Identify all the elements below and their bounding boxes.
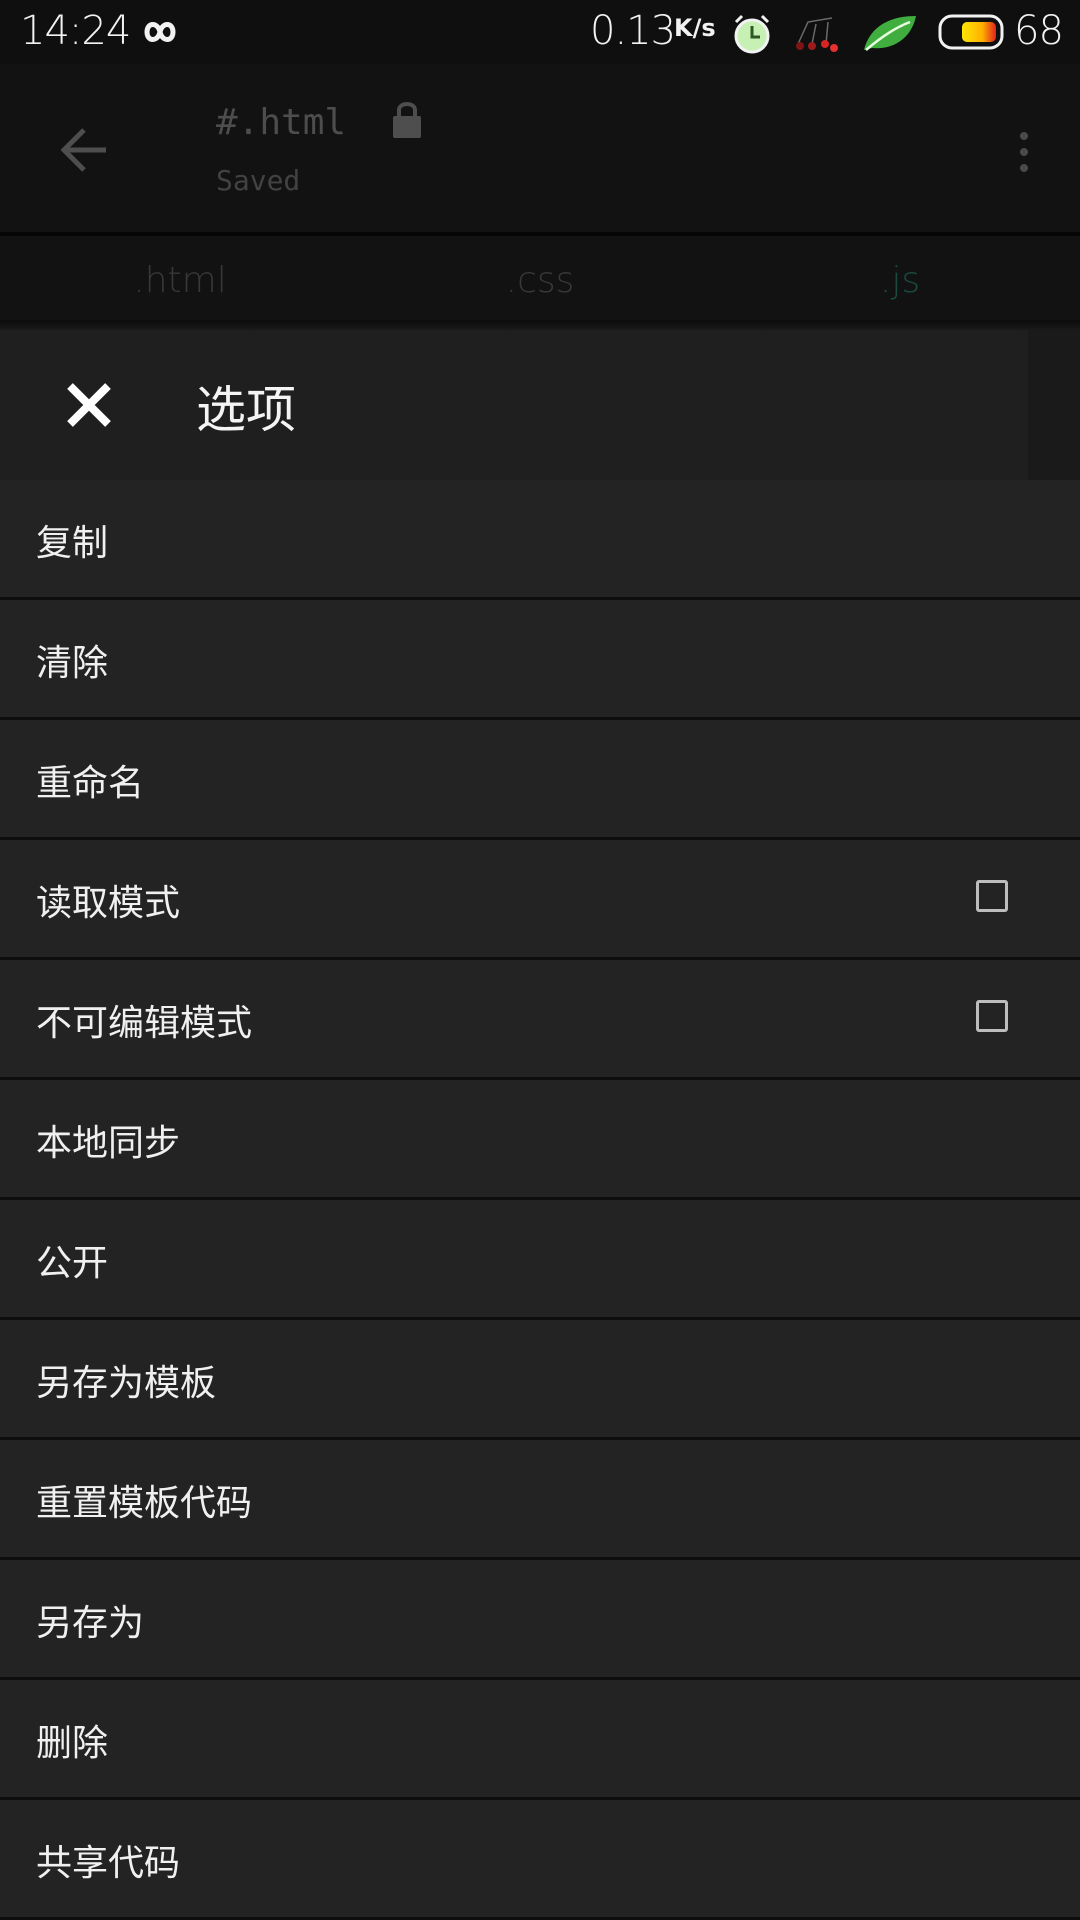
menu-item-label: 重命名 xyxy=(36,763,145,804)
tab-css[interactable]: .css xyxy=(360,236,720,324)
options-menu: 复制 清除 重命名 读取模式 不可编辑模式 本地同步 公开 另存为模板 重置模板… xyxy=(0,480,1080,1920)
non-editable-mode-checkbox[interactable] xyxy=(976,1000,1008,1032)
save-status: Saved xyxy=(216,164,301,197)
tab-html[interactable]: .html xyxy=(0,236,360,324)
menu-item-save-as[interactable]: 另存为 xyxy=(0,1560,1080,1680)
net-speed-unit: K/s xyxy=(674,14,716,42)
options-header: 选项 xyxy=(0,330,1080,480)
file-tabs: .html .css .js xyxy=(0,236,1080,324)
lock-icon xyxy=(393,102,421,138)
menu-item-public[interactable]: 公开 xyxy=(0,1200,1080,1320)
menu-item-label: 复制 xyxy=(36,523,109,564)
menu-item-label: 另存为模板 xyxy=(36,1363,217,1404)
menu-item-rename[interactable]: 重命名 xyxy=(0,720,1080,840)
menu-item-label: 共享代码 xyxy=(36,1843,181,1884)
status-bar: 14:24 0.13 K/s 68 xyxy=(0,0,1080,64)
file-title: #.html xyxy=(216,102,347,143)
tabbar-shadow xyxy=(0,320,1080,330)
scrim-edge xyxy=(1028,330,1080,480)
app-bar: #.html Saved xyxy=(0,64,1080,232)
menu-item-label: 重置模板代码 xyxy=(36,1483,253,1524)
menu-item-copy[interactable]: 复制 xyxy=(0,480,1080,600)
menu-item-local-sync[interactable]: 本地同步 xyxy=(0,1080,1080,1200)
back-arrow-icon[interactable] xyxy=(56,122,112,178)
menu-item-delete[interactable]: 删除 xyxy=(0,1680,1080,1800)
menu-item-share-code[interactable]: 共享代码 xyxy=(0,1800,1080,1920)
close-icon[interactable] xyxy=(64,380,114,430)
menu-item-label: 删除 xyxy=(36,1723,109,1764)
menu-item-label: 本地同步 xyxy=(36,1123,181,1164)
menu-item-save-as-template[interactable]: 另存为模板 xyxy=(0,1320,1080,1440)
menu-item-read-mode[interactable]: 读取模式 xyxy=(0,840,1080,960)
menu-item-label: 清除 xyxy=(36,643,109,684)
menu-item-label: 不可编辑模式 xyxy=(36,1003,253,1044)
status-time: 14:24 xyxy=(20,8,131,54)
menu-item-label: 读取模式 xyxy=(36,883,181,924)
leaf-icon xyxy=(864,16,916,51)
menu-item-clear[interactable]: 清除 xyxy=(0,600,1080,720)
more-vert-icon[interactable] xyxy=(1012,130,1036,174)
menu-item-label: 另存为 xyxy=(36,1603,145,1644)
battery-percent: 68 xyxy=(1014,8,1064,54)
infinity-icon xyxy=(144,22,176,42)
read-mode-checkbox[interactable] xyxy=(976,880,1008,912)
menu-item-reset-template-code[interactable]: 重置模板代码 xyxy=(0,1440,1080,1560)
options-title: 选项 xyxy=(196,381,296,439)
menu-item-non-editable-mode[interactable]: 不可编辑模式 xyxy=(0,960,1080,1080)
battery-icon xyxy=(938,14,1004,50)
menu-item-label: 公开 xyxy=(36,1243,109,1284)
notification-dots-icon xyxy=(796,17,838,52)
alarm-clock-icon xyxy=(734,14,770,54)
tab-js[interactable]: .js xyxy=(720,236,1080,324)
net-speed: 0.13 xyxy=(590,8,676,54)
